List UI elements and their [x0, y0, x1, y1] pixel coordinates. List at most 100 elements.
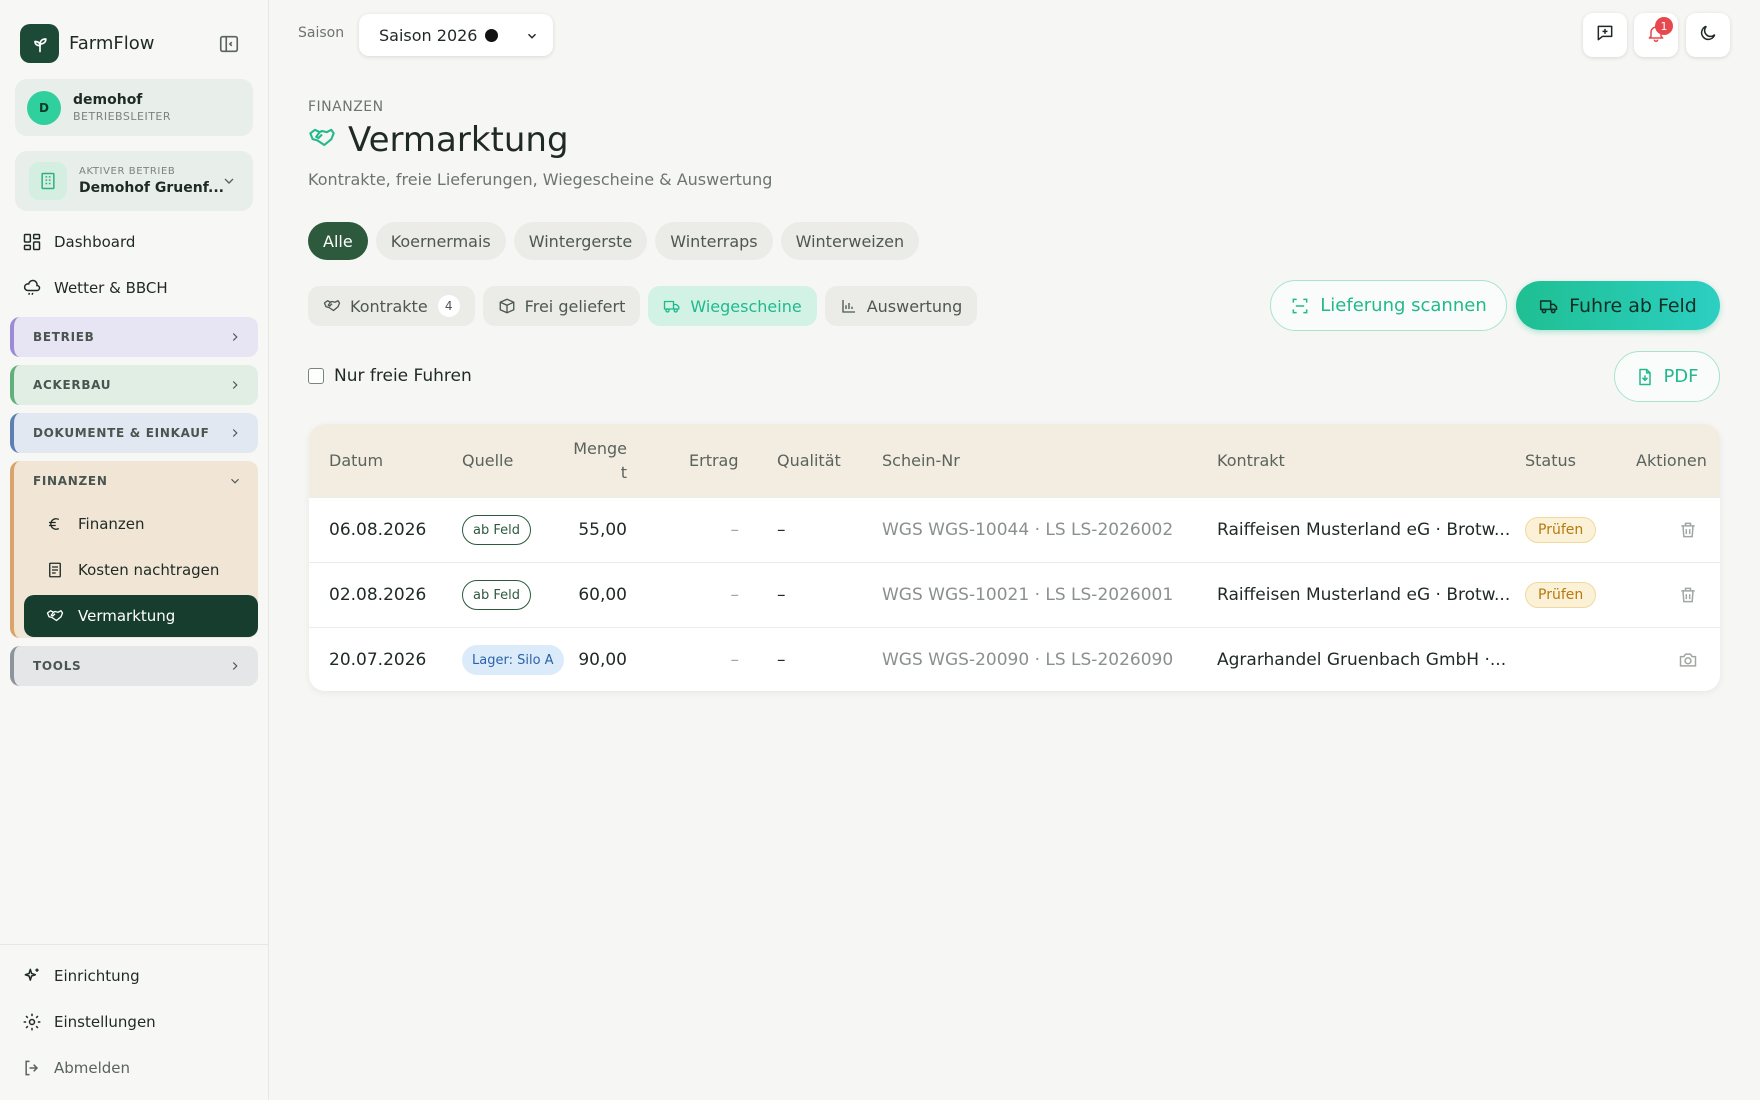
crop-chip-wintergerste[interactable]: Wintergerste — [513, 222, 648, 260]
col-schein-nr[interactable]: Schein-Nr — [882, 424, 960, 497]
nav-abmelden[interactable]: Abmelden — [20, 1056, 130, 1080]
user-card[interactable]: D demohof BETRIEBSLEITER — [15, 79, 253, 136]
gear-icon — [20, 1010, 44, 1034]
nav-group-finanzen: FINANZEN Finanzen Kosten nachtragen Verm… — [10, 461, 258, 638]
scan-delivery-label: Lieferung scannen — [1320, 295, 1487, 316]
source-badge: ab Feld — [462, 515, 531, 545]
source-badge: ab Feld — [462, 580, 531, 610]
season-dot-icon — [485, 28, 499, 42]
sprout-logo-icon — [20, 24, 59, 63]
nav-group-finanzen-header[interactable]: FINANZEN — [14, 461, 258, 501]
nav-einrichtung[interactable]: Einrichtung — [20, 964, 140, 988]
cell-menge: 55,00 — [578, 520, 627, 540]
crop-chip-winterraps[interactable]: Winterraps — [655, 222, 773, 260]
cloud-rain-icon — [20, 276, 44, 300]
nav-group-tools[interactable]: TOOLS — [10, 646, 258, 686]
col-ertrag[interactable]: Ertrag — [689, 424, 739, 497]
col-kontrakt[interactable]: Kontrakt — [1217, 424, 1285, 497]
col-qualitaet[interactable]: Qualität — [777, 424, 841, 497]
sidebar-item-kosten-nachtragen[interactable]: Kosten nachtragen — [24, 549, 258, 591]
cell-qualitaet: – — [777, 585, 786, 605]
cell-ertrag: – — [730, 585, 740, 605]
col-quelle[interactable]: Quelle — [462, 424, 513, 497]
crop-chip-koernermais[interactable]: Koernermais — [375, 222, 506, 260]
theme-toggle-button[interactable] — [1686, 13, 1730, 57]
avatar: D — [27, 90, 61, 125]
cell-ertrag: – — [730, 520, 740, 540]
sidebar-item-vermarktung[interactable]: Vermarktung — [24, 595, 258, 637]
active-farm-selector[interactable]: AKTIVER BETRIEB Demohof Gruenf... — [15, 151, 253, 211]
cell-ertrag: – — [730, 650, 740, 670]
tab-wiegescheine-label: Wiegescheine — [690, 296, 802, 316]
sparkles-icon — [20, 964, 44, 988]
nav-einstellungen-label: Einstellungen — [54, 1013, 156, 1031]
cell-kontrakt: Raiffeisen Musterland eG · Brotw... — [1217, 520, 1511, 540]
nav-dashboard[interactable]: Dashboard — [20, 230, 135, 254]
building-icon — [29, 162, 67, 200]
nav-weather[interactable]: Wetter & BBCH — [20, 276, 168, 300]
only-free-label: Nur freie Fuhren — [334, 366, 472, 386]
col-datum[interactable]: Datum — [329, 424, 383, 497]
user-name: demohof — [73, 92, 143, 108]
season-select[interactable]: Saison 2026 — [359, 14, 553, 56]
tab-kontrakte[interactable]: Kontrakte 4 — [308, 286, 475, 326]
chevron-down-icon — [221, 173, 237, 193]
notifications-button[interactable]: 1 — [1634, 13, 1678, 57]
col-menge-unit: t — [620, 462, 627, 482]
camera-icon[interactable] — [1678, 628, 1698, 691]
cell-menge: 60,00 — [578, 585, 627, 605]
trash-icon[interactable] — [1678, 563, 1698, 627]
scan-delivery-button[interactable]: Lieferung scannen — [1270, 280, 1507, 331]
crop-chip-winterweizen[interactable]: Winterweizen — [780, 222, 920, 260]
truck-icon — [1539, 296, 1559, 316]
nav-dashboard-label: Dashboard — [54, 233, 136, 251]
group-betrieb-label: BETRIEB — [33, 330, 95, 344]
view-tabs: Kontrakte 4 Frei geliefert Wiegescheine … — [308, 286, 978, 326]
nav-einstellungen[interactable]: Einstellungen — [20, 1010, 156, 1034]
logout-icon — [20, 1056, 44, 1080]
trash-icon[interactable] — [1678, 498, 1698, 562]
table-row[interactable]: 06.08.2026 ab Feld 55,00 – – WGS WGS-100… — [309, 497, 1720, 562]
table-row[interactable]: 02.08.2026 ab Feld 60,00 – – WGS WGS-100… — [309, 562, 1720, 627]
brand[interactable]: FarmFlow — [20, 24, 154, 63]
dashboard-icon — [20, 230, 44, 254]
cell-quelle: ab Feld — [462, 498, 531, 562]
crop-chip-alle[interactable]: Alle — [308, 222, 368, 260]
package-icon — [498, 297, 516, 315]
col-menge[interactable]: Menge t — [561, 424, 627, 497]
cell-status: Prüfen — [1525, 563, 1597, 627]
sidebar-item-finanzen-label: Finanzen — [78, 515, 145, 533]
pdf-export-button[interactable]: PDF — [1614, 351, 1720, 402]
group-ackerbau-label: ACKERBAU — [33, 378, 112, 392]
sidebar-collapse-icon[interactable] — [218, 33, 240, 55]
active-farm-label: AKTIVER BETRIEB — [79, 166, 176, 177]
cell-qualitaet: – — [777, 520, 786, 540]
user-role: BETRIEBSLEITER — [73, 110, 172, 123]
truck-icon — [663, 297, 681, 315]
feedback-button[interactable] — [1583, 13, 1627, 57]
nav-group-dokumente[interactable]: DOKUMENTE & EINKAUF — [10, 413, 258, 453]
season-value: Saison 2026 — [379, 25, 478, 45]
col-aktionen: Aktionen — [1636, 451, 1707, 470]
cell-datum: 20.07.2026 — [329, 650, 427, 670]
sidebar-item-finanzen[interactable]: Finanzen — [24, 503, 258, 545]
tab-auswertung[interactable]: Auswertung — [824, 286, 978, 326]
bar-chart-icon — [840, 297, 858, 315]
cell-status: Prüfen — [1525, 498, 1597, 562]
only-free-filter[interactable]: Nur freie Fuhren — [308, 366, 472, 386]
table-row[interactable]: 20.07.2026 Lager: Silo A 90,00 – – WGS W… — [309, 627, 1720, 691]
cell-schein-nr: WGS WGS-20090 · LS LS-2026090 — [882, 650, 1174, 670]
breadcrumb: FINANZEN — [308, 99, 384, 115]
scan-icon — [1290, 296, 1310, 316]
cell-quelle: ab Feld — [462, 563, 531, 627]
tab-frei-geliefert[interactable]: Frei geliefert — [482, 286, 641, 326]
nav-group-betrieb[interactable]: BETRIEB — [10, 317, 258, 357]
col-status[interactable]: Status — [1525, 424, 1576, 497]
tab-wiegescheine[interactable]: Wiegescheine — [648, 286, 817, 326]
moon-icon — [1698, 23, 1718, 47]
load-from-field-button[interactable]: Fuhre ab Feld — [1516, 281, 1720, 330]
nav-group-ackerbau[interactable]: ACKERBAU — [10, 365, 258, 405]
crop-filter: Alle Koernermais Wintergerste Winterraps… — [308, 222, 920, 260]
cell-quelle: Lager: Silo A — [462, 628, 564, 691]
only-free-checkbox[interactable] — [308, 368, 324, 384]
